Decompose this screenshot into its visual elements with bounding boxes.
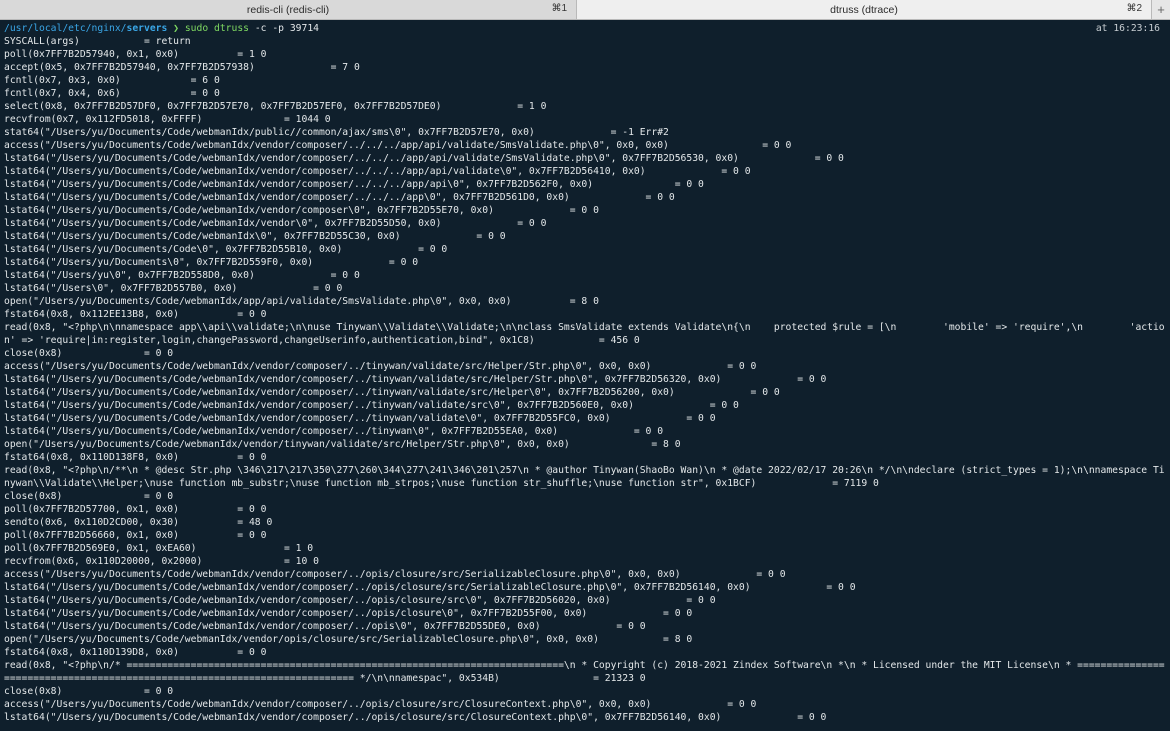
- output-line: lstat64("/Users/yu/Documents/Code/webman…: [4, 374, 827, 385]
- prompt-current-dir: servers: [126, 23, 168, 34]
- output-line: close(0x8) = 0 0: [4, 348, 174, 359]
- output-line: access("/Users/yu/Documents/Code/webmanI…: [4, 569, 786, 580]
- prompt-args: -c -p 39714: [254, 23, 319, 34]
- output-line: lstat64("/Users/yu\0", 0x7FF7B2D558D0, 0…: [4, 270, 360, 281]
- output-line: access("/Users/yu/Documents/Code/webmanI…: [4, 699, 757, 710]
- output-line: lstat64("/Users/yu/Documents/Code/webman…: [4, 218, 547, 229]
- terminal-output[interactable]: /usr/local/etc/nginx/servers ❯ sudo dtru…: [0, 20, 1170, 731]
- output-line: lstat64("/Users/yu/Documents\0", 0x7FF7B…: [4, 257, 419, 268]
- output-line: lstat64("/Users/yu/Documents/Code/webman…: [4, 608, 693, 619]
- output-line: recvfrom(0x6, 0x110D20000, 0x2000) = 10 …: [4, 556, 319, 567]
- output-line: lstat64("/Users/yu/Documents/Code/webman…: [4, 621, 646, 632]
- output-line: fstat64(0x8, 0x110D138F8, 0x0) = 0 0: [4, 452, 267, 463]
- output-line: fcntl(0x7, 0x4, 0x6) = 0 0: [4, 88, 220, 99]
- tab-shortcut: ⌘1: [551, 3, 567, 14]
- output-line: lstat64("/Users/yu/Documents/Code/webman…: [4, 413, 716, 424]
- output-line: open("/Users/yu/Documents/Code/webmanIdx…: [4, 634, 693, 645]
- output-line: lstat64("/Users/yu/Documents/Code\0", 0x…: [4, 244, 448, 255]
- output-line: fstat64(0x8, 0x112EE13B8, 0x0) = 0 0: [4, 309, 267, 320]
- prompt-path: /usr/local/etc/nginx/: [4, 23, 127, 34]
- output-line: SYSCALL(args) = return: [4, 36, 191, 47]
- tab-dtruss[interactable]: dtruss (dtrace) ⌘2: [577, 0, 1152, 19]
- output-line: recvfrom(0x7, 0x112FD5018, 0xFFFF) = 104…: [4, 114, 331, 125]
- prompt-time: at 16:23:16: [1095, 23, 1160, 34]
- output-line: lstat64("/Users/yu/Documents/Code/webman…: [4, 205, 599, 216]
- prompt-command: sudo dtruss: [184, 23, 249, 34]
- output-line: lstat64("/Users/yu/Documents/Code/webman…: [4, 426, 664, 437]
- output-line: fstat64(0x8, 0x110D139D8, 0x0) = 0 0: [4, 647, 267, 658]
- tab-redis-cli[interactable]: redis-cli (redis-cli) ⌘1: [0, 0, 577, 19]
- output-line: lstat64("/Users\0", 0x7FF7B2D557B0, 0x0)…: [4, 283, 343, 294]
- output-line: lstat64("/Users/yu/Documents/Code/webman…: [4, 595, 716, 606]
- output-line: select(0x8, 0x7FF7B2D57DF0, 0x7FF7B2D57E…: [4, 101, 547, 112]
- output-line: poll(0x7FF7B2D569E0, 0x1, 0xEA60) = 1 0: [4, 543, 314, 554]
- output-line: accept(0x5, 0x7FF7B2D57940, 0x7FF7B2D579…: [4, 62, 360, 73]
- output-line: read(0x8, "<?php\n\nnamespace app\\api\\…: [4, 322, 1165, 346]
- output-line: open("/Users/yu/Documents/Code/webmanIdx…: [4, 296, 599, 307]
- tab-label: redis-cli (redis-cli): [246, 3, 330, 16]
- output-line: close(0x8) = 0 0: [4, 686, 174, 697]
- tab-label: dtruss (dtrace): [830, 3, 898, 16]
- output-line: lstat64("/Users/yu/Documents/Code/webman…: [4, 192, 675, 203]
- output-line: stat64("/Users/yu/Documents/Code/webmanI…: [4, 127, 669, 138]
- output-line: read(0x8, "<?php\n/**\n * @desc Str.php …: [4, 465, 1165, 489]
- output-line: lstat64("/Users/yu/Documents/Code/webman…: [4, 179, 704, 190]
- output-line: open("/Users/yu/Documents/Code/webmanIdx…: [4, 439, 681, 450]
- output-line: lstat64("/Users/yu/Documents/Code/webman…: [4, 582, 856, 593]
- output-line: lstat64("/Users/yu/Documents/Code/webman…: [4, 400, 739, 411]
- shell-prompt: /usr/local/etc/nginx/servers ❯ sudo dtru…: [4, 22, 1170, 35]
- tab-shortcut: ⌘2: [1126, 3, 1142, 14]
- output-line: lstat64("/Users/yu/Documents/Code/webman…: [4, 712, 827, 723]
- new-tab-button[interactable]: +: [1152, 0, 1170, 19]
- output-line: access("/Users/yu/Documents/Code/webmanI…: [4, 140, 792, 151]
- output-line: poll(0x7FF7B2D56660, 0x1, 0x0) = 0 0: [4, 530, 267, 541]
- output-line: lstat64("/Users/yu/Documents/Code/webman…: [4, 166, 751, 177]
- output-line: lstat64("/Users/yu/Documents/Code/webman…: [4, 231, 506, 242]
- output-line: read(0x8, "<?php\n/* ===================…: [4, 660, 1165, 684]
- tab-bar: redis-cli (redis-cli) ⌘1 dtruss (dtrace)…: [0, 0, 1170, 20]
- output-line: access("/Users/yu/Documents/Code/webmanI…: [4, 361, 757, 372]
- output-line: sendto(0x6, 0x110D2CD00, 0x30) = 48 0: [4, 517, 273, 528]
- output-line: lstat64("/Users/yu/Documents/Code/webman…: [4, 153, 844, 164]
- output-line: poll(0x7FF7B2D57700, 0x1, 0x0) = 0 0: [4, 504, 267, 515]
- output-line: close(0x8) = 0 0: [4, 491, 174, 502]
- prompt-arrow-icon: ❯: [173, 23, 179, 34]
- output-line: fcntl(0x7, 0x3, 0x0) = 6 0: [4, 75, 220, 86]
- output-line: lstat64("/Users/yu/Documents/Code/webman…: [4, 387, 780, 398]
- output-line: poll(0x7FF7B2D57940, 0x1, 0x0) = 1 0: [4, 49, 267, 60]
